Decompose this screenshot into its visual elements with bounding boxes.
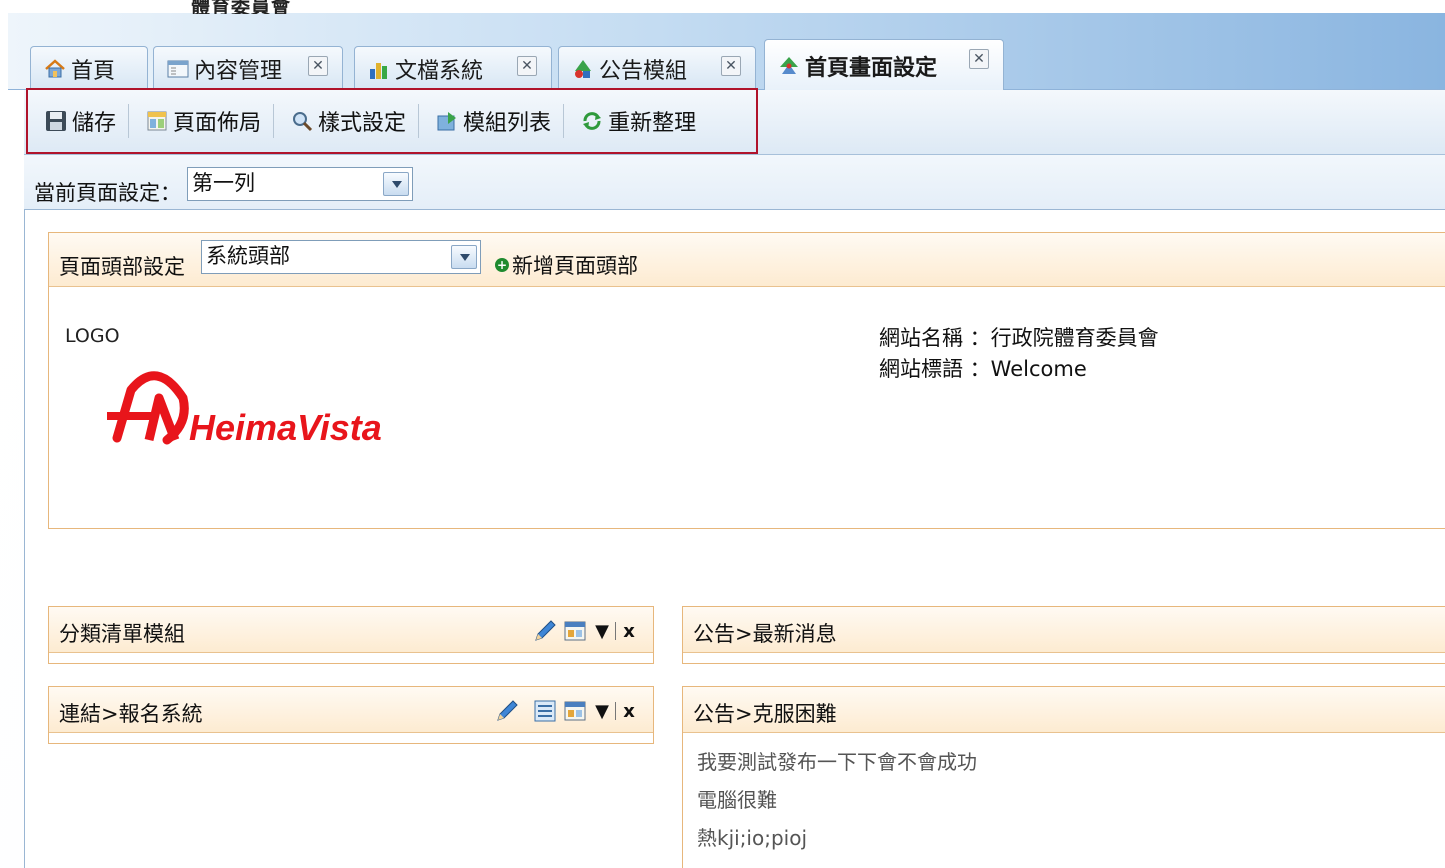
tab-label: 首頁畫面設定 bbox=[805, 55, 938, 81]
toolbar: 儲存 頁面佈局 樣式設定 模組列表 重新整理 bbox=[26, 88, 758, 154]
module-bar: 分類清單模組 ▼ x bbox=[49, 607, 653, 653]
page-layout-label: 頁面佈局 bbox=[173, 111, 262, 136]
refresh-button[interactable]: 重新整理 bbox=[564, 103, 708, 139]
current-page-select[interactable]: 第一列 bbox=[187, 167, 413, 201]
chevron-down-icon[interactable] bbox=[451, 245, 477, 269]
close-icon[interactable]: ✕ bbox=[517, 56, 537, 76]
close-module-icon[interactable]: x bbox=[617, 697, 641, 725]
bar-chart-icon bbox=[367, 57, 391, 81]
module-category-list: 分類清單模組 ▼ x bbox=[48, 606, 654, 664]
module-title: 公告>克服困難 bbox=[693, 702, 837, 726]
close-icon[interactable]: ✕ bbox=[969, 49, 989, 69]
module-bar: 連結>報名系統 ▼ x bbox=[49, 687, 653, 733]
module-title: 連結>報名系統 bbox=[59, 702, 203, 726]
tool-divider bbox=[615, 622, 616, 640]
module-list-label: 模組列表 bbox=[463, 111, 552, 136]
style-settings-button[interactable]: 樣式設定 bbox=[274, 103, 418, 139]
current-page-label: 當前頁面設定： bbox=[34, 181, 181, 205]
site-name: 網站名稱 ：行政院體育委員會 bbox=[879, 326, 1159, 350]
floppy-disk-icon bbox=[44, 109, 68, 133]
svg-text:HeimaVista: HeimaVista bbox=[189, 407, 382, 448]
add-page-header-link[interactable]: + 新增頁面頭部 bbox=[495, 250, 638, 280]
announcement-item[interactable]: 電腦很難 bbox=[697, 781, 1431, 819]
module-settings-icon[interactable] bbox=[560, 697, 590, 725]
page-header-label: 頁面頭部設定 bbox=[59, 255, 185, 279]
homepage-setting-icon bbox=[777, 54, 801, 78]
site-slogan: 網站標語 ：Welcome bbox=[879, 357, 1087, 381]
app-frame: 體育委員會 首頁 內容管理 ✕ 文檔系統 ✕ 公告模組 ✕ 首頁畫面設定 ✕ 儲… bbox=[8, 0, 1445, 868]
module-list-button[interactable]: 模組列表 bbox=[419, 103, 563, 139]
close-icon[interactable]: ✕ bbox=[721, 56, 741, 76]
save-label: 儲存 bbox=[72, 111, 117, 136]
page-layout-icon bbox=[145, 109, 169, 133]
pencil-edit-icon[interactable] bbox=[530, 617, 560, 645]
content-window-icon bbox=[166, 57, 190, 81]
plus-icon: + bbox=[495, 258, 509, 272]
logo-label: LOGO bbox=[65, 325, 120, 347]
tab-announcement-module[interactable]: 公告模組 ✕ bbox=[558, 46, 756, 90]
home-icon bbox=[43, 57, 67, 81]
current-page-value: 第一列 bbox=[192, 171, 255, 195]
page-header-select-value: 系統頭部 bbox=[206, 244, 290, 268]
tab-label: 首頁 bbox=[71, 58, 116, 84]
tool-divider bbox=[615, 702, 616, 720]
refresh-label: 重新整理 bbox=[608, 111, 697, 136]
tab-home[interactable]: 首頁 bbox=[30, 46, 148, 90]
module-title: 分類清單模組 bbox=[59, 622, 185, 646]
module-title: 公告>最新消息 bbox=[693, 622, 837, 646]
close-icon[interactable]: ✕ bbox=[308, 56, 328, 76]
module-tools: ▼ x bbox=[530, 617, 641, 645]
announcement-item[interactable]: 熱kji;io;pioj bbox=[697, 819, 1431, 857]
heimavista-logo: HeimaVista bbox=[107, 371, 382, 448]
module-latest-news: 公告>最新消息 bbox=[682, 606, 1445, 664]
announcement-icon bbox=[571, 57, 595, 81]
tab-content-management[interactable]: 內容管理 ✕ bbox=[153, 46, 343, 90]
close-module-icon[interactable]: x bbox=[617, 617, 641, 645]
current-page-row: 當前頁面設定： 第一列 bbox=[24, 155, 1445, 210]
announcement-item[interactable]: 我要測試發布一下下會不會成功 bbox=[697, 743, 1431, 781]
chevron-down-icon[interactable] bbox=[383, 172, 409, 196]
module-link-registration: 連結>報名系統 ▼ x bbox=[48, 686, 654, 744]
module-bar: 公告>克服困難 bbox=[683, 687, 1445, 733]
move-down-icon[interactable]: ▼ bbox=[590, 617, 614, 645]
module-settings-icon[interactable] bbox=[560, 617, 590, 645]
module-bar: 公告>最新消息 bbox=[683, 607, 1445, 653]
module-list-icon bbox=[435, 109, 459, 133]
app-title: 體育委員會 bbox=[191, 0, 292, 14]
tab-label: 文檔系統 bbox=[395, 58, 484, 84]
style-settings-label: 樣式設定 bbox=[318, 111, 407, 136]
move-down-icon[interactable]: ▼ bbox=[590, 697, 614, 725]
page-header-select[interactable]: 系統頭部 bbox=[201, 240, 481, 274]
tab-label: 內容管理 bbox=[194, 58, 283, 84]
tab-document-system[interactable]: 文檔系統 ✕ bbox=[354, 46, 552, 90]
pencil-edit-icon[interactable] bbox=[492, 697, 522, 725]
refresh-icon bbox=[580, 109, 604, 133]
module-overcome-difficulty: 公告>克服困難 我要測試發布一下下會不會成功 電腦很難 熱kji;io;pioj bbox=[682, 686, 1445, 868]
page-layout-button[interactable]: 頁面佈局 bbox=[129, 103, 273, 139]
page-header-panel: 頁面頭部設定 系統頭部 + 新增頁面頭部 LOGO HeimaVista 網站名… bbox=[48, 232, 1445, 529]
tab-homepage-settings[interactable]: 首頁畫面設定 ✕ bbox=[764, 39, 1004, 91]
tab-label: 公告模組 bbox=[599, 58, 688, 84]
announcement-list: 我要測試發布一下下會不會成功 電腦很難 熱kji;io;pioj bbox=[683, 733, 1445, 867]
module-tools: ▼ x bbox=[492, 697, 641, 725]
list-icon[interactable] bbox=[530, 697, 560, 725]
site-info: 網站名稱 ：行政院體育委員會 網站標語 ：Welcome bbox=[879, 323, 1159, 385]
magnifier-style-icon bbox=[290, 109, 314, 133]
page-header-bar: 頁面頭部設定 系統頭部 + 新增頁面頭部 bbox=[49, 233, 1445, 287]
save-button[interactable]: 儲存 bbox=[36, 103, 128, 139]
add-page-header-label: 新增頁面頭部 bbox=[512, 254, 638, 278]
